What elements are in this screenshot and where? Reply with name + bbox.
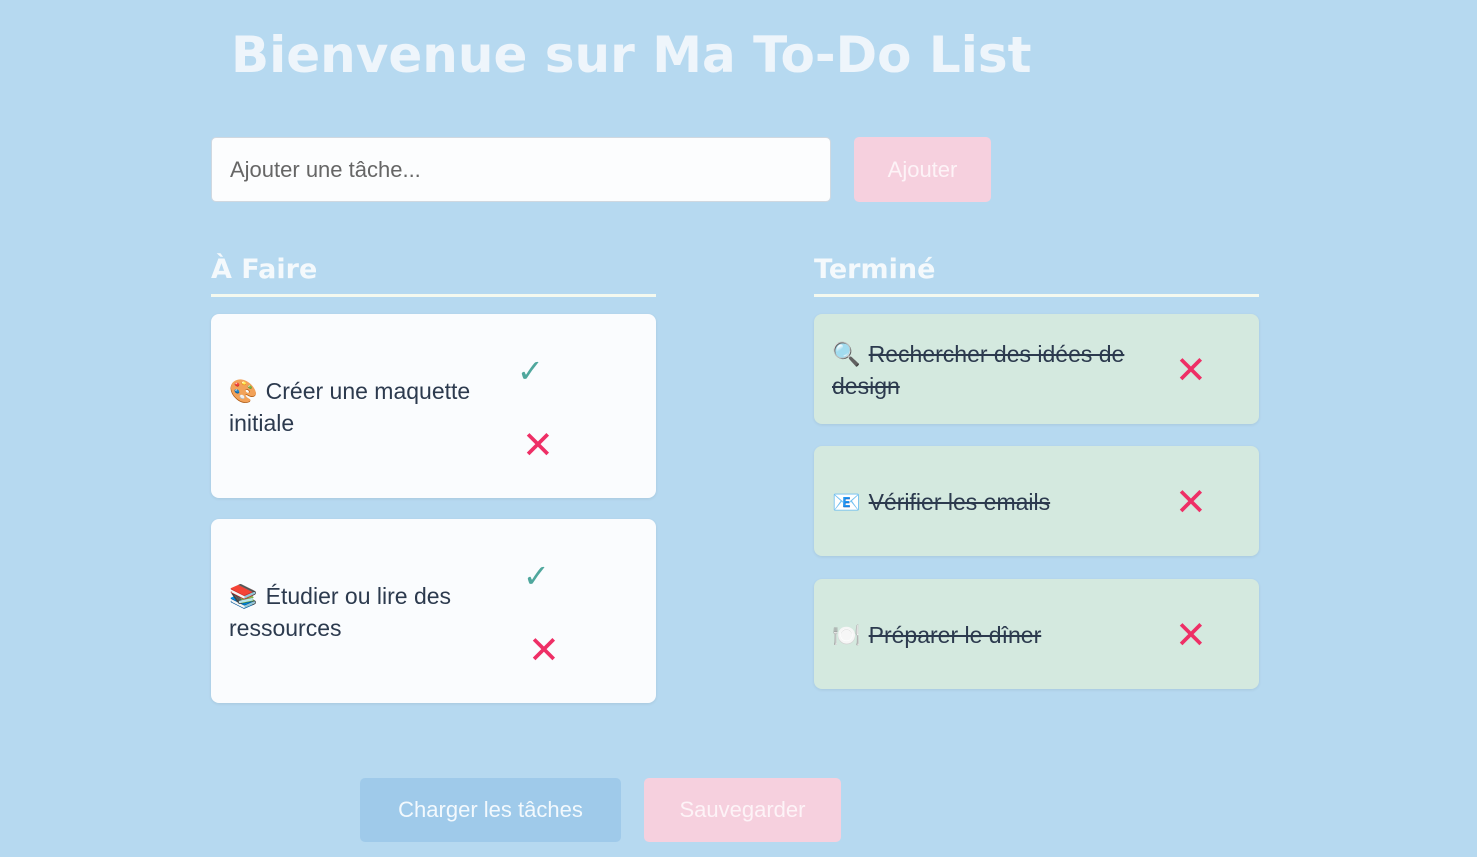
task-input[interactable]	[211, 137, 831, 202]
add-task-button[interactable]: Ajouter	[854, 137, 991, 202]
page-title: Bienvenue sur Ma To-Do List	[231, 26, 1032, 84]
save-button[interactable]: Sauvegarder	[644, 778, 841, 842]
task-text: 🎨 Créer une maquette initiale	[229, 375, 499, 439]
task-label: Vérifier les emails	[868, 489, 1051, 515]
delete-task-button[interactable]: ✕	[528, 631, 560, 669]
books-icon: 📚	[229, 583, 258, 609]
task-label: Préparer le dîner	[868, 622, 1042, 648]
task-text: 🔍 Rechercher des idées de design	[832, 338, 1142, 402]
task-text: 📧 Vérifier les emails	[832, 486, 1142, 518]
task-label: Rechercher des idées de design	[832, 341, 1125, 399]
delete-task-button[interactable]: ✕	[522, 426, 554, 464]
todo-card: 📚 Étudier ou lire des ressources ✓ ✕	[211, 519, 656, 703]
delete-task-button[interactable]: ✕	[1175, 483, 1207, 521]
todo-card: 🎨 Créer une maquette initiale ✓ ✕	[211, 314, 656, 498]
task-label: Créer une maquette initiale	[229, 378, 471, 436]
task-text: 📚 Étudier ou lire des ressources	[229, 580, 499, 644]
complete-task-button[interactable]: ✓	[523, 560, 550, 592]
palette-icon: 🎨	[229, 378, 258, 404]
task-label: Étudier ou lire des ressources	[229, 583, 452, 641]
delete-task-button[interactable]: ✕	[1175, 616, 1207, 654]
plate-icon: 🍽️	[832, 622, 861, 648]
magnifier-icon: 🔍	[832, 341, 861, 367]
email-icon: 📧	[832, 489, 861, 515]
done-card: 📧 Vérifier les emails ✕	[814, 446, 1259, 556]
task-text: 🍽️ Préparer le dîner	[832, 619, 1142, 651]
todo-app: Bienvenue sur Ma To-Do List Ajouter À Fa…	[0, 0, 1477, 857]
todo-column: À Faire 🎨 Créer une maquette initiale ✓ ✕…	[211, 250, 656, 703]
done-card: 🍽️ Préparer le dîner ✕	[814, 579, 1259, 689]
todo-column-title: À Faire	[211, 250, 656, 297]
done-card: 🔍 Rechercher des idées de design ✕	[814, 314, 1259, 424]
load-tasks-button[interactable]: Charger les tâches	[360, 778, 621, 842]
delete-task-button[interactable]: ✕	[1175, 351, 1207, 389]
done-column-title: Terminé	[814, 250, 1259, 297]
complete-task-button[interactable]: ✓	[517, 355, 544, 387]
done-column: Terminé 🔍 Rechercher des idées de design …	[814, 250, 1259, 689]
